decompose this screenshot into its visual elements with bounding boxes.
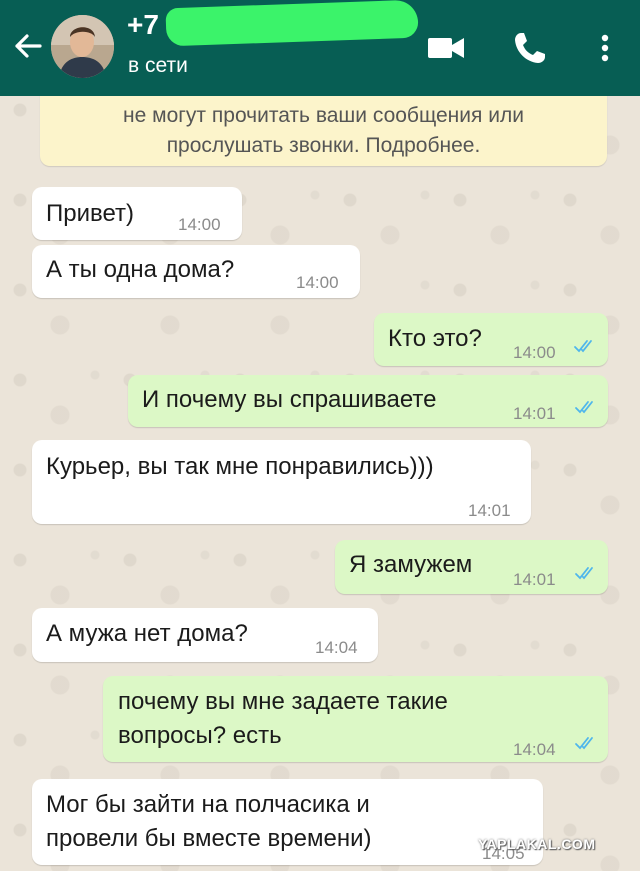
message-text-line2: вопросы? есть [118, 722, 282, 749]
message-time: 14:00 [178, 215, 221, 234]
video-call-icon[interactable] [424, 28, 468, 68]
message-text-line2: провели бы вместе времени) [46, 825, 372, 852]
message-time: 14:04 [315, 638, 358, 657]
message-time: 14:04 [513, 740, 556, 759]
read-receipt-icon [575, 737, 593, 750]
encryption-notice-line1: не могут прочитать ваши сообщения или [123, 104, 524, 127]
watermark: YAPLAKAL.COM [478, 836, 596, 852]
message-text: Привет) [46, 200, 135, 227]
message-text-line1: почему вы мне задаете такие [118, 688, 448, 715]
message-outgoing[interactable]: почему вы мне задаете такие вопросы? ест… [103, 676, 608, 762]
message-text: Курьер, вы так мне понравились))) [46, 453, 434, 480]
message-incoming[interactable]: А ты одна дома? 14:00 [32, 245, 360, 298]
more-vert-icon[interactable] [590, 28, 620, 68]
message-outgoing[interactable]: Я замужем 14:01 [335, 540, 608, 594]
read-receipt-icon [574, 340, 592, 353]
message-time: 14:01 [513, 404, 556, 423]
read-receipt-icon [575, 567, 593, 580]
message-time: 14:01 [468, 501, 511, 520]
avatar[interactable] [51, 15, 114, 78]
message-outgoing[interactable]: И почему вы спрашиваете 14:01 [128, 375, 608, 427]
back-arrow-icon[interactable] [10, 28, 46, 64]
message-incoming[interactable]: Курьер, вы так мне понравились))) 14:01 [32, 440, 531, 524]
online-status: в сети [128, 54, 188, 77]
message-incoming[interactable]: А мужа нет дома? 14:04 [32, 608, 378, 662]
read-receipt-icon [575, 401, 593, 414]
message-text-line1: Мог бы зайти на полчасика и [46, 791, 370, 818]
message-text: Я замужем [349, 551, 473, 578]
message-time: 14:00 [513, 343, 556, 362]
message-outgoing[interactable]: Кто это? 14:00 [374, 313, 608, 366]
message-text: И почему вы спрашиваете [142, 386, 437, 413]
encryption-notice-line2: прослушать звонки. Подробнее. [166, 134, 481, 157]
message-incoming[interactable]: Мог бы зайти на полчасика и провели бы в… [32, 779, 543, 865]
message-time: 14:00 [296, 273, 339, 292]
message-text: А ты одна дома? [46, 256, 235, 283]
contact-name[interactable]: +7 [127, 8, 417, 42]
chat-header: +7 в сети [0, 0, 640, 96]
phone-icon[interactable] [510, 28, 550, 68]
message-text: А мужа нет дома? [46, 620, 248, 647]
message-incoming[interactable]: Привет) 14:00 [32, 187, 242, 240]
message-text: Кто это? [388, 325, 482, 352]
message-time: 14:01 [513, 570, 556, 589]
